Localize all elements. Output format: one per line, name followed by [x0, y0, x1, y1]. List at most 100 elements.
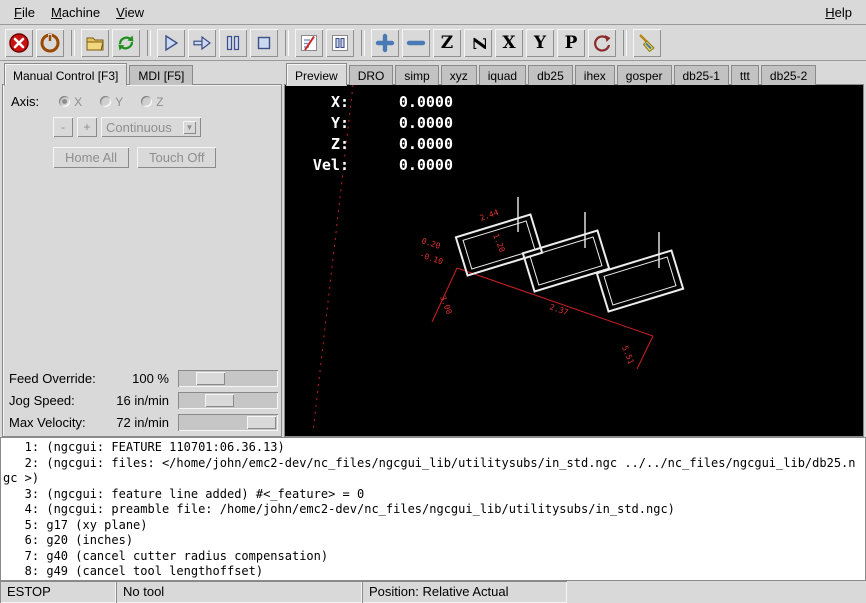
readout-y-value: 0.0000 — [349, 113, 453, 134]
gcode-line: 3: (ngcgui: feature line added) #<_featu… — [3, 487, 865, 503]
estop-button[interactable] — [5, 29, 33, 57]
touch-off-button[interactable]: Touch Off — [137, 147, 216, 168]
view-top-rotated-icon: Z — [469, 37, 486, 49]
view-front-icon: Y — [534, 35, 546, 52]
tab-xyz[interactable]: xyz — [441, 65, 477, 85]
feed-override-label: Feed Override: — [5, 371, 96, 386]
control-tabs: Manual Control [F3] MDI [F5] — [2, 63, 282, 85]
gcode-line: 8: g49 (cancel tool lengthoffset) — [3, 564, 865, 580]
home-row: Home All Touch Off — [45, 141, 281, 174]
view-top-rotated-button[interactable]: Z — [464, 29, 492, 57]
toolbar-separator — [623, 30, 627, 56]
status-position: Position: Relative Actual — [362, 581, 567, 603]
slider-handle[interactable] — [247, 416, 276, 429]
tab-simp[interactable]: simp — [395, 65, 438, 85]
menubar: File Machine View Help — [0, 0, 866, 25]
dim-annotation: 3.00 — [438, 294, 454, 315]
menu-view[interactable]: View — [108, 2, 152, 23]
tab-preview[interactable]: Preview — [286, 63, 347, 86]
jog-minus-button[interactable]: - — [53, 117, 73, 137]
radio-icon — [100, 96, 111, 107]
control-panel: Manual Control [F3] MDI [F5] Axis: X Y Z… — [2, 63, 282, 437]
menu-help[interactable]: Help — [817, 2, 860, 23]
machine-power-icon — [39, 32, 61, 54]
clear-plot-icon — [636, 32, 658, 54]
tab-ttt[interactable]: ttt — [731, 65, 759, 85]
view-front-button[interactable]: Y — [526, 29, 554, 57]
slider-handle[interactable] — [205, 394, 234, 407]
view-perspective-icon: P — [565, 35, 578, 52]
run-button[interactable] — [157, 29, 185, 57]
tab-mdi[interactable]: MDI [F5] — [129, 65, 193, 85]
max-velocity-slider[interactable] — [178, 414, 278, 431]
rotate-view-icon — [591, 32, 613, 54]
stop-icon — [253, 32, 275, 54]
tab-dro[interactable]: DRO — [349, 65, 394, 85]
jog-speed-slider[interactable] — [178, 392, 278, 409]
readout-vel-value: 0.0000 — [349, 155, 453, 176]
dim-annotation: 2.37 — [548, 302, 569, 317]
gcode-line: 4: (ngcgui: preamble file: /home/john/em… — [3, 502, 865, 518]
view-perspective-button[interactable]: P — [557, 29, 585, 57]
axis-y-label: Y — [115, 95, 123, 109]
stop-button[interactable] — [250, 29, 278, 57]
axis-z-radio[interactable]: Z — [141, 95, 163, 109]
radio-icon — [59, 96, 70, 107]
optional-pause-toggle[interactable] — [326, 29, 354, 57]
menu-file[interactable]: File — [6, 2, 43, 23]
menu-machine[interactable]: Machine — [43, 2, 108, 23]
zoom-out-button[interactable] — [402, 29, 430, 57]
pause-icon — [222, 32, 244, 54]
feed-override-value: 100 % — [132, 371, 178, 386]
gcode-line: 2: (ngcgui: files: </home/john/emc2-dev/… — [3, 456, 865, 472]
gcode-listing[interactable]: 1: (ngcgui: FEATURE 110701:06.36.13) 2: … — [0, 437, 866, 581]
tab-db25-1[interactable]: db25-1 — [674, 65, 729, 85]
slider-handle[interactable] — [196, 372, 225, 385]
open-file-icon — [84, 32, 106, 54]
max-velocity-label: Max Velocity: — [5, 415, 86, 430]
machine-power-button[interactable] — [36, 29, 64, 57]
chevron-down-icon: ▼ — [183, 121, 196, 134]
axis-label: Axis: — [11, 94, 39, 109]
gcode-line: 6: g20 (inches) — [3, 533, 865, 549]
view-top-icon: Z — [441, 35, 453, 52]
feed-override-slider[interactable] — [178, 370, 278, 387]
tab-db25-2[interactable]: db25-2 — [761, 65, 816, 85]
view-top-button[interactable]: Z — [433, 29, 461, 57]
toolbar-separator — [285, 30, 289, 56]
rotate-view-button[interactable] — [588, 29, 616, 57]
home-all-button[interactable]: Home All — [53, 147, 129, 168]
pause-button[interactable] — [219, 29, 247, 57]
axis-row: Axis: X Y Z — [3, 85, 281, 113]
toolbar-separator — [361, 30, 365, 56]
tab-gosper[interactable]: gosper — [617, 65, 672, 85]
tab-manual-control[interactable]: Manual Control [F3] — [4, 63, 127, 86]
axis-x-radio[interactable]: X — [59, 95, 82, 109]
status-tool: No tool — [116, 581, 362, 603]
reload-button[interactable] — [112, 29, 140, 57]
toolbar: Z Z X Y P — [0, 26, 866, 61]
position-readout: X: 0.0000 Y: 0.0000 Z: 0.0000 Vel: 0.000… — [297, 92, 453, 176]
axis-y-radio[interactable]: Y — [100, 95, 123, 109]
gcode-line: 1: (ngcgui: FEATURE 110701:06.36.13) — [3, 440, 865, 456]
view-side-button[interactable]: X — [495, 29, 523, 57]
view-side-icon: X — [502, 35, 515, 52]
zoom-in-button[interactable] — [371, 29, 399, 57]
feed-override-row: Feed Override: 100 % — [5, 368, 279, 389]
gcode-line: gc >) — [3, 471, 865, 487]
open-file-button[interactable] — [81, 29, 109, 57]
step-button[interactable] — [188, 29, 216, 57]
manual-control-pane: Axis: X Y Z - + Continuous ▼ Home All — [2, 84, 282, 437]
preview-canvas[interactable]: 2.44 1.20 0.20 -0.10 3.00 2.37 5.51 X: 0… — [284, 84, 864, 437]
readout-x-value: 0.0000 — [349, 92, 453, 113]
gcode-line: 5: g17 (xy plane) — [3, 518, 865, 534]
jog-mode-dropdown[interactable]: Continuous ▼ — [101, 117, 201, 137]
tab-ihex[interactable]: ihex — [575, 65, 615, 85]
skip-lines-toggle[interactable] — [295, 29, 323, 57]
radio-icon — [141, 96, 152, 107]
clear-plot-button[interactable] — [633, 29, 661, 57]
tab-iquad[interactable]: iquad — [479, 65, 526, 85]
tab-db25[interactable]: db25 — [528, 65, 573, 85]
readout-vel-label: Vel: — [297, 155, 349, 176]
jog-plus-button[interactable]: + — [77, 117, 97, 137]
